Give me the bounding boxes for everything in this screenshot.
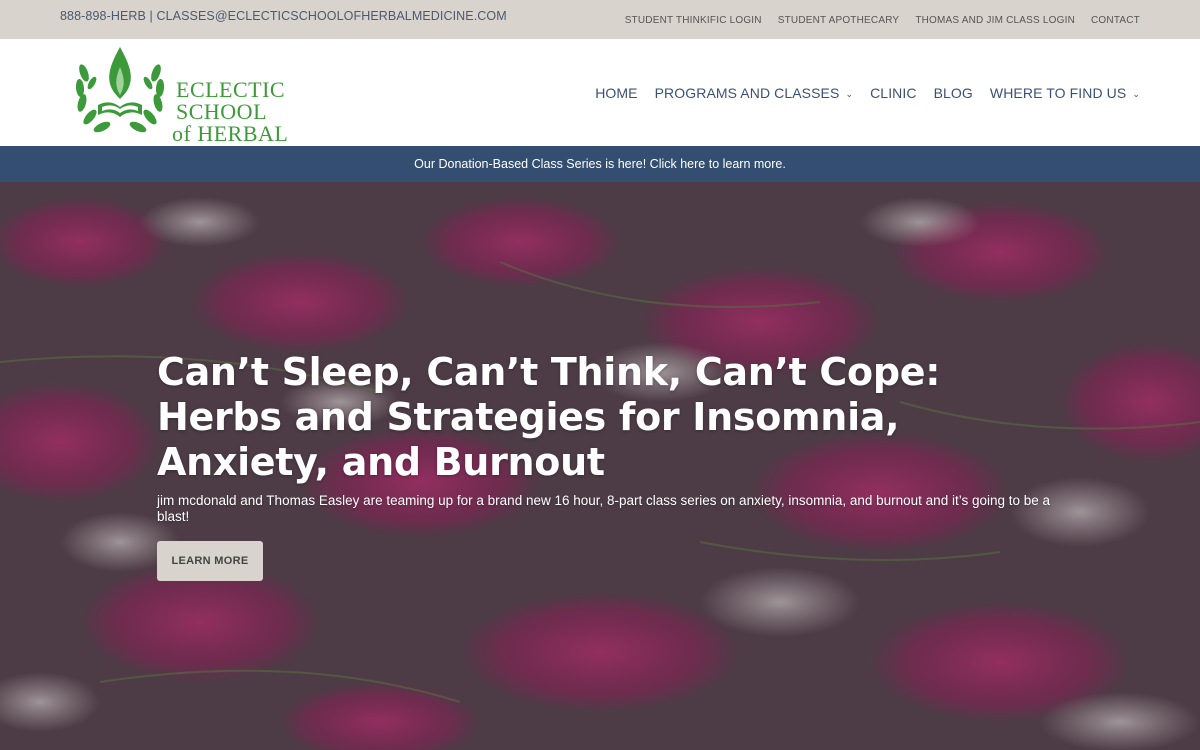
student-thinkific-login-link[interactable]: STUDENT THINKIFIC LOGIN (625, 15, 762, 26)
nav-home[interactable]: HOME (595, 85, 637, 101)
nav-blog[interactable]: BLOG (934, 85, 973, 101)
nav-where-to-find-us[interactable]: WHERE TO FIND US ⌄ (990, 85, 1140, 101)
chevron-down-icon: ⌄ (1132, 88, 1140, 99)
site-header: ECLECTIC SCHOOL of HERBAL MEDICINE HOME … (0, 39, 1200, 167)
contact-info: 888-898-HERB | CLASSES@ECLECTICSCHOOLOFH… (60, 9, 507, 23)
nav-clinic-label: CLINIC (870, 85, 917, 101)
utility-nav: STUDENT THINKIFIC LOGIN STUDENT APOTHECA… (625, 15, 1140, 26)
contact-separator: | (149, 9, 153, 23)
nav-clinic[interactable]: CLINIC (870, 85, 917, 101)
student-apothecary-link[interactable]: STUDENT APOTHECARY (778, 15, 900, 26)
logo-line-1: ECLECTIC SCHOOL (176, 77, 286, 124)
nav-blog-label: BLOG (933, 85, 973, 101)
email-address[interactable]: CLASSES@ECLECTICSCHOOLOFHERBALMEDICINE.C… (156, 9, 506, 23)
learn-more-button[interactable]: LEARN MORE (157, 541, 263, 581)
hero-subtitle: jim mcdonald and Thomas Easley are teami… (157, 493, 1051, 524)
hero-title: Can’t Sleep, Can’t Think, Can’t Cope: He… (157, 350, 941, 484)
nav-where-label: WHERE TO FIND US (989, 85, 1127, 101)
nav-programs-label: PROGRAMS AND CLASSES (654, 85, 840, 101)
contact-link[interactable]: CONTACT (1091, 15, 1140, 26)
hero-banner: Can’t Sleep, Can’t Think, Can’t Cope: He… (0, 182, 1200, 750)
phone-number[interactable]: 888-898-HERB (60, 9, 146, 23)
top-bar: 888-898-HERB | CLASSES@ECLECTICSCHOOLOFH… (0, 0, 1200, 39)
main-nav: HOME PROGRAMS AND CLASSES ⌄ CLINIC BLOG W… (595, 85, 1140, 101)
nav-home-label: HOME (595, 85, 638, 101)
nav-programs-and-classes[interactable]: PROGRAMS AND CLASSES ⌄ (655, 85, 853, 101)
laurel-logo-icon (75, 47, 165, 133)
announcement-link[interactable]: Our Donation-Based Class Series is here!… (414, 157, 786, 171)
class-login-link[interactable]: THOMAS AND JIM CLASS LOGIN (915, 15, 1075, 26)
site-logo[interactable]: ECLECTIC SCHOOL of HERBAL MEDICINE (70, 43, 370, 167)
announcement-bar: Our Donation-Based Class Series is here!… (0, 146, 1200, 182)
chevron-down-icon: ⌄ (845, 88, 854, 99)
